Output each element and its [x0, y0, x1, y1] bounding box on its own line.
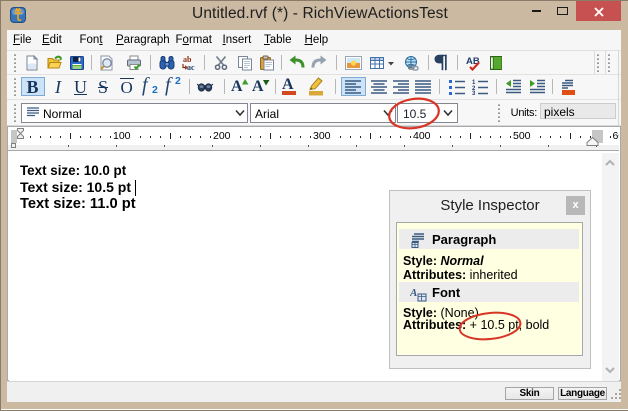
svg-text:A: A — [410, 287, 417, 299]
svg-text:ac: ac — [187, 63, 195, 71]
svg-text:3: 3 — [472, 91, 476, 95]
